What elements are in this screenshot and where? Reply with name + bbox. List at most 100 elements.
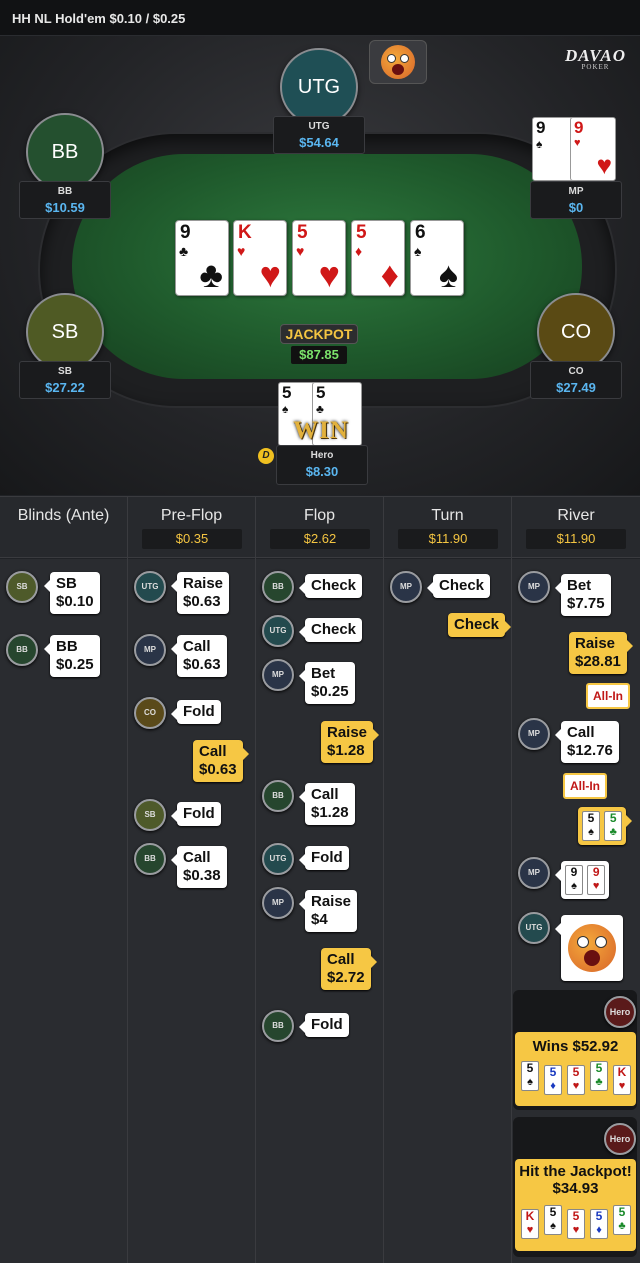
action-bubble: Check [426,574,491,598]
jackpot-label: JACKPOT [280,324,358,344]
shocked-face-icon [381,45,415,79]
player-name: MP [568,186,584,197]
column-turn [384,559,512,1263]
all-in-tag: All-In [586,683,630,709]
shocked-face-icon [568,924,616,972]
emote-bubble [369,40,427,84]
avatar: SB [26,293,104,371]
win-result: Wins $52.92 5 ♠ 5 ♦ 5 ♥ 5 ♣ K ♥ [515,1032,636,1106]
player-stack: $27.49 [556,380,596,395]
player-name: Hero [310,450,334,461]
column-header-blinds: Blinds (Ante) [0,497,128,559]
action-bubble: Bet $7.75 [555,574,611,616]
board-card-1: 9 ♣ ♣ [175,220,229,296]
brand-logo: DAVAO POKER [565,46,626,71]
player-name: CO [568,366,584,377]
column-header-preflop: Pre-Flop $0.35 [128,497,256,559]
seat-co[interactable]: CO CO $27.49 [530,293,622,399]
hero-showdown-cards: 5 ♠ 5 ♣ [578,807,633,845]
mini-card: K ♥ [521,1209,539,1239]
action-bubble: Check [298,574,363,598]
mp-card-2: 9 ♥ ♥ [570,117,616,181]
position-chip: MP [390,571,422,603]
position-chip: BB [262,780,294,812]
mini-card: K ♥ [613,1065,631,1095]
winning-hand: 5 ♠ 5 ♦ 5 ♥ 5 ♣ K ♥ [515,1061,636,1097]
pot-value: $2.62 [270,529,370,549]
position-chip: UTG [262,843,294,875]
player-name: BB [57,186,73,197]
mini-card: 5 ♦ [590,1209,608,1239]
avatar: BB [26,113,104,191]
history-body: SB SB $0.10 BB BB $0.25 UTG Raise $0.63 MP … [0,559,640,1263]
position-chip: BB [134,843,166,875]
utg-emote [555,915,623,981]
mini-card: 5 ♠ [521,1061,539,1091]
position-chip: MP [134,634,166,666]
pot-value: $11.90 [398,529,498,549]
seat-plate: SB $27.22 [19,361,111,399]
position-chip: BB [6,634,38,666]
position-chip: UTG [134,571,166,603]
action-bubble: Fold [171,802,221,826]
hero-action-bubble: Call $2.72 [321,948,377,990]
column-header-river: River $11.90 [512,497,640,559]
position-chip: MP [518,857,550,889]
hero-action-bubble: Raise $28.81 [569,632,633,674]
mini-card: 5 ♠ [582,811,600,841]
seat-plate: BB $10.59 [19,181,111,219]
action-bubble: Fold [171,700,221,724]
avatar: UTG [280,48,358,126]
position-chip: BB [262,1010,294,1042]
seat-utg[interactable]: UTG UTG $54.64 [273,48,365,154]
position-chip: MP [518,718,550,750]
mini-card: 5 ♠ [544,1205,562,1235]
action-bubble: Call $0.63 [171,635,227,677]
position-chip: Hero [604,996,636,1028]
player-stack: $0 [568,200,584,215]
poker-table-area: DAVAO POKER UTG UTG $54.64 BB BB $10.59 … [0,36,640,495]
win-badge: WIN [293,417,349,444]
pot-value: $11.90 [526,529,626,549]
column-header-turn: Turn $11.90 [384,497,512,559]
seat-plate: CO $27.49 [530,361,622,399]
action-bubble: Call $0.38 [171,846,227,888]
mp-showdown-cards: 9 ♠ 9 ♥ [554,861,610,899]
jackpot-value: $87.85 [291,346,347,364]
mini-card: 5 ♥ [567,1209,585,1239]
position-chip: MP [262,887,294,919]
column-header-flop: Flop $2.62 [256,497,384,559]
board-card-3: 5 ♥ ♥ [292,220,346,296]
seat-bb[interactable]: BB BB $10.59 [19,113,111,219]
player-name: SB [58,366,72,377]
hero-action-bubble: Call $0.63 [193,740,249,782]
action-bubble: Check [298,618,363,642]
jackpot-result: Hit the Jackpot! $34.93 K ♥ 5 ♠ 5 ♥ 5 ♦ 5 ♣ [515,1159,636,1251]
dealer-button-icon: D [258,448,274,464]
position-chip: CO [134,697,166,729]
position-chip: MP [518,571,550,603]
mini-card: 5 ♣ [604,811,623,841]
action-bubble: Bet $0.25 [299,662,355,704]
mini-card: 9 ♥ [587,865,606,895]
player-stack: $54.64 [299,135,339,150]
board-card-4: 5 ♦ ♦ [351,220,405,296]
action-bubble: Raise $0.63 [170,572,230,614]
win-text: Wins $52.92 [532,1038,619,1055]
player-stack: $27.22 [45,380,85,395]
avatar: CO [537,293,615,371]
board-card-2: K ♥ ♥ [233,220,287,296]
jackpot-amount: $34.93 [552,1180,599,1197]
action-bubble: Call $1.28 [299,783,355,825]
action-bubble: SB $0.10 [44,572,100,614]
position-chip: SB [6,571,38,603]
seat-sb[interactable]: SB SB $27.22 [19,293,111,399]
action-bubble: Fold [299,846,349,870]
mini-card: 5 ♥ [567,1065,585,1095]
player-name: UTG [308,121,330,132]
seat-plate: UTG $54.64 [273,116,365,154]
seat-plate: Hero $8.30 [276,445,368,485]
action-bubble: Call $12.76 [555,721,619,763]
hero-action-bubble: Check [448,613,512,637]
jackpot-hand: K ♥ 5 ♠ 5 ♥ 5 ♦ 5 ♣ [515,1201,636,1239]
